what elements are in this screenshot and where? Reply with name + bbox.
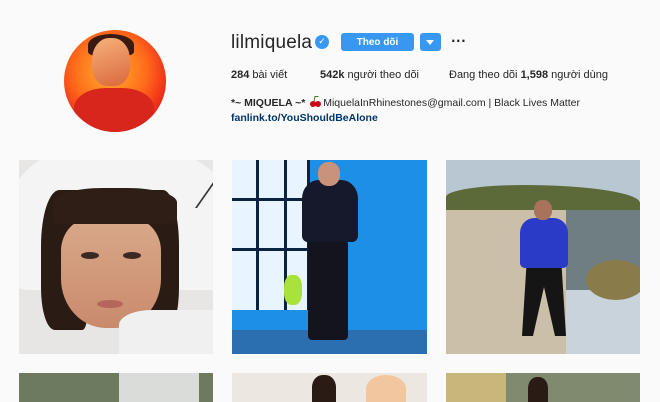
- stat-posts-label: bài viết: [252, 69, 288, 81]
- follow-button[interactable]: Theo dõi: [341, 33, 414, 51]
- stat-following-prefix: Đang theo dõi: [449, 69, 518, 81]
- stat-posts-count: 284: [231, 69, 250, 81]
- post-thumbnail[interactable]: [19, 160, 213, 354]
- avatar-body: [74, 88, 154, 132]
- stat-posts: 284 bài viết: [231, 69, 287, 81]
- stat-followers-count: 542k: [320, 69, 345, 81]
- verified-badge-icon: ✓: [315, 35, 329, 49]
- chevron-down-icon: [426, 40, 434, 45]
- stat-following[interactable]: Đang theo dõi 1,598 người dùng: [449, 69, 608, 81]
- bio-name: *~ MIQUELA ~*: [231, 97, 306, 109]
- follow-dropdown-button[interactable]: [420, 33, 441, 51]
- profile-avatar[interactable]: [64, 30, 166, 132]
- stat-followers[interactable]: 542k người theo dõi: [320, 69, 419, 81]
- stat-followers-label: người theo dõi: [347, 69, 420, 81]
- avatar-face: [92, 38, 130, 86]
- bio-link[interactable]: fanlink.to/YouShouldBeAlone: [231, 112, 378, 124]
- profile-username: lilmiquela: [231, 32, 313, 53]
- post-thumbnail[interactable]: [232, 160, 427, 354]
- cherry-icon: [310, 96, 322, 107]
- bio-line: *~ MIQUELA ~* MiquelaInRhinestones@gmail…: [231, 96, 580, 109]
- bio-text: MiquelaInRhinestones@gmail.com | Black L…: [323, 97, 580, 109]
- post-thumbnail[interactable]: [446, 160, 640, 354]
- more-options-icon[interactable]: ···: [451, 34, 466, 48]
- stat-following-label: người dùng: [551, 69, 608, 81]
- post-thumbnail[interactable]: [446, 373, 640, 402]
- post-thumbnail[interactable]: [19, 373, 213, 402]
- stat-following-count: 1,598: [520, 69, 549, 81]
- post-thumbnail[interactable]: [232, 373, 427, 402]
